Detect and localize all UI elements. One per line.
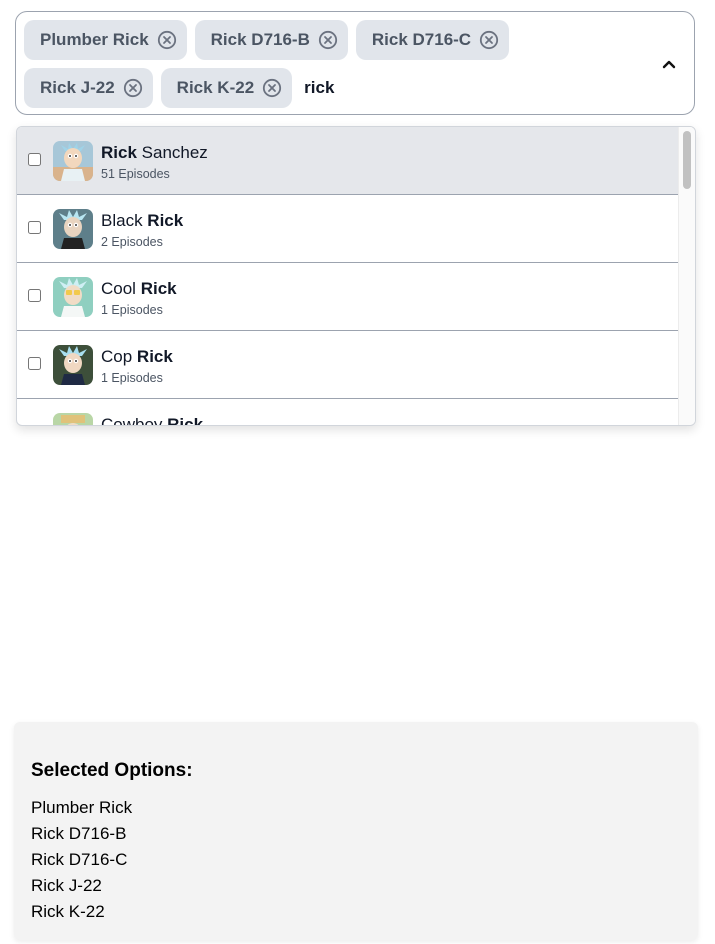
selected-option-item: Rick K-22 — [31, 902, 105, 921]
avatar — [53, 277, 93, 317]
scrollbar-thumb[interactable] — [683, 131, 691, 189]
chip[interactable]: Rick K-22 — [160, 68, 293, 108]
option-checkbox[interactable] — [28, 357, 41, 370]
option-row[interactable]: Black Rick 2 Episodes — [17, 195, 681, 263]
multiselect-control[interactable]: Plumber Rick Rick D716-B Rick D716-C Ric… — [15, 11, 695, 115]
remove-chip-icon[interactable] — [318, 30, 338, 50]
option-row[interactable]: Rick Sanchez 51 Episodes — [17, 127, 681, 195]
chip-row: Plumber Rick Rick D716-B Rick D716-C — [24, 20, 510, 60]
option-episodes: 2 Episodes — [101, 235, 163, 249]
chip-label: Plumber Rick — [40, 30, 149, 49]
remove-chip-icon[interactable] — [262, 78, 282, 98]
chip[interactable]: Rick D716-C — [355, 20, 510, 60]
option-name: Cowboy Rick — [101, 415, 204, 426]
avatar — [53, 141, 93, 181]
selected-option-item: Rick J-22 — [31, 876, 102, 895]
option-episodes: 1 Episodes — [101, 303, 163, 317]
remove-chip-icon[interactable] — [123, 78, 143, 98]
option-row[interactable]: Cop Rick 1 Episodes — [17, 331, 681, 399]
chip-label: Rick D716-C — [371, 30, 472, 49]
remove-chip-icon[interactable] — [479, 30, 499, 50]
avatar — [53, 209, 93, 249]
selected-options-panel: Selected Options: Plumber Rick Rick D716… — [14, 722, 698, 940]
avatar — [53, 413, 93, 425]
option-episodes: 51 Episodes — [101, 167, 170, 181]
option-checkbox[interactable] — [28, 425, 41, 426]
selected-option-item: Plumber Rick — [31, 798, 133, 817]
chip-label: Rick J-22 — [40, 78, 115, 97]
chip-label: Rick K-22 — [176, 78, 255, 97]
avatar — [53, 345, 93, 385]
option-episodes: 1 Episodes — [101, 371, 163, 385]
selected-option-item: Rick D716-C — [31, 850, 128, 869]
chip[interactable]: Rick D716-B — [194, 20, 348, 60]
chip[interactable]: Plumber Rick — [24, 20, 187, 60]
option-checkbox[interactable] — [28, 289, 41, 302]
options-dropdown[interactable]: Rick Sanchez 51 Episodes Black Rick 2 Ep… — [16, 126, 696, 426]
option-row[interactable]: Cowboy Rick — [17, 399, 681, 426]
option-row[interactable]: Cool Rick 1 Episodes — [17, 263, 681, 331]
search-input[interactable] — [300, 68, 629, 108]
chip[interactable]: Rick J-22 — [24, 68, 153, 108]
option-name: Cop Rick — [101, 347, 173, 366]
selected-options-title: Selected Options: — [31, 760, 193, 781]
dropdown-scrollbar[interactable] — [678, 127, 695, 425]
option-name: Rick Sanchez — [101, 143, 208, 162]
chip-row: Rick J-22 Rick K-22 — [24, 68, 629, 108]
option-name: Cool Rick — [101, 279, 177, 298]
chevron-up-icon[interactable] — [658, 53, 680, 75]
chip-label: Rick D716-B — [210, 30, 310, 49]
selected-option-item: Rick D716-B — [31, 824, 127, 843]
option-name: Black Rick — [101, 211, 184, 230]
remove-chip-icon[interactable] — [157, 30, 177, 50]
option-checkbox[interactable] — [28, 153, 41, 166]
option-checkbox[interactable] — [28, 221, 41, 234]
